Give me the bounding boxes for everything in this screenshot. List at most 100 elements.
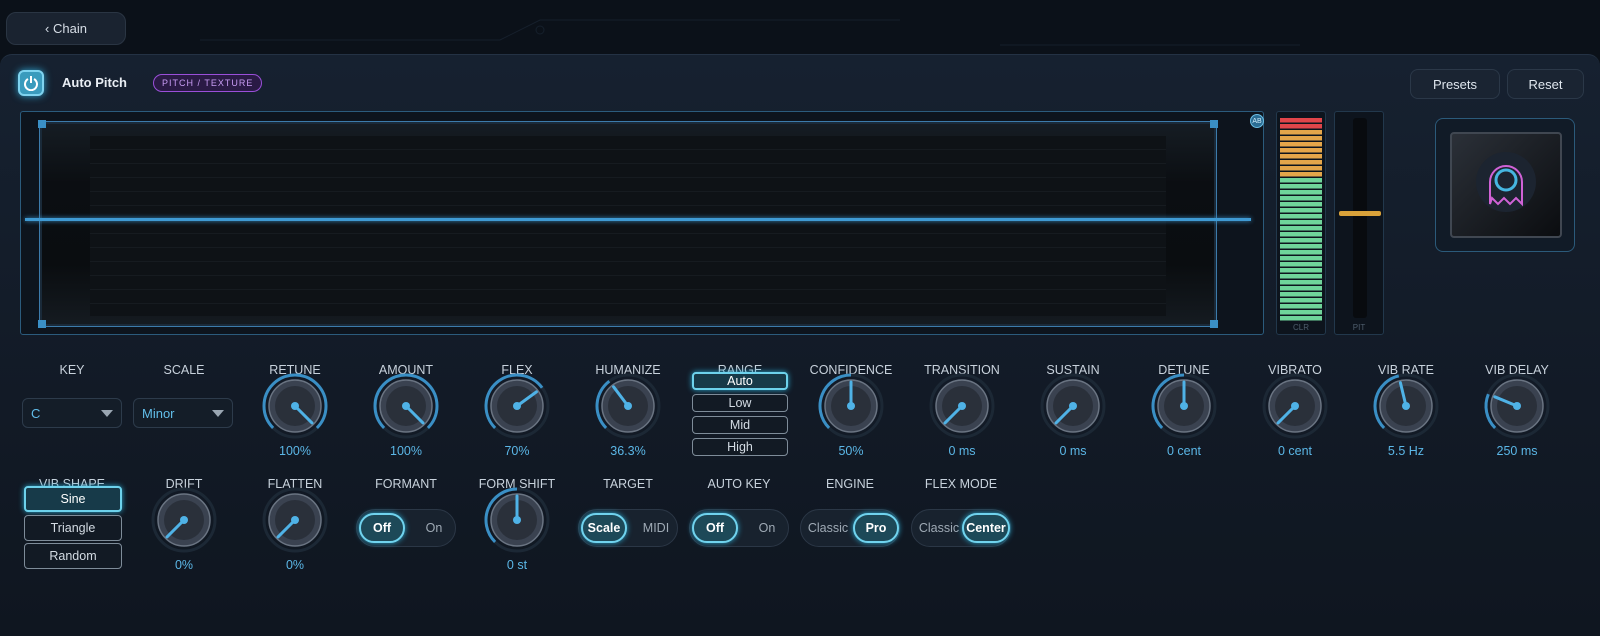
retune-knob[interactable] — [261, 372, 329, 440]
auto-key-option-on[interactable]: On — [744, 513, 790, 543]
level-meter-segment — [1280, 220, 1322, 225]
flex-knob[interactable] — [483, 372, 551, 440]
level-meter-segment — [1280, 238, 1322, 243]
level-meter-segment — [1280, 286, 1322, 291]
level-meter-bars — [1280, 118, 1322, 321]
target-label: TARGET — [603, 477, 653, 491]
engine-option-pro[interactable]: Pro — [853, 513, 899, 543]
humanize-value: 36.3% — [610, 444, 646, 458]
level-meter-segment — [1280, 142, 1322, 147]
chevron-down-icon — [101, 410, 113, 417]
vib-delay-value: 250 ms — [1496, 444, 1538, 458]
level-meter-segment — [1280, 214, 1322, 219]
vib-shape-option-sine[interactable]: Sine — [24, 486, 122, 512]
flex-mode-option-center[interactable]: Center — [962, 513, 1010, 543]
level-meter-segment — [1280, 262, 1322, 267]
plugin-panel: Auto Pitch PITCH / TEXTURE Presets Reset… — [0, 54, 1600, 636]
amount-knob[interactable] — [372, 372, 440, 440]
scale-dropdown[interactable]: Minor — [133, 398, 233, 428]
level-meter-segment — [1280, 226, 1322, 231]
level-meter-segment — [1280, 118, 1322, 123]
engine-toggle[interactable]: Classic Pro — [800, 509, 900, 547]
level-meter-segment — [1280, 148, 1322, 153]
level-meter-segment — [1280, 196, 1322, 201]
level-meter-segment — [1280, 202, 1322, 207]
auto-key-option-off[interactable]: Off — [692, 513, 738, 543]
range-option-auto[interactable]: Auto — [692, 372, 788, 390]
character-artwork — [1435, 118, 1575, 252]
ghost-icon — [1476, 152, 1536, 212]
scale-value: Minor — [142, 405, 175, 421]
transition-knob[interactable] — [928, 372, 996, 440]
formant-option-off[interactable]: Off — [359, 513, 405, 543]
key-value: C — [31, 405, 41, 421]
vibrato-value: 0 cent — [1277, 444, 1313, 458]
level-meter: CLR — [1276, 111, 1326, 335]
engine-label: ENGINE — [826, 477, 874, 491]
formant-label: FORMANT — [375, 477, 437, 491]
level-meter-segment — [1280, 136, 1322, 141]
vibrato-knob[interactable] — [1261, 372, 1329, 440]
form-shift-value: 0 st — [506, 558, 528, 572]
vib-shape-option-triangle[interactable]: Triangle — [24, 515, 122, 541]
level-meter-segment — [1280, 178, 1322, 183]
target-option-midi[interactable]: MIDI — [633, 513, 679, 543]
level-meter-segment — [1280, 250, 1322, 255]
retune-value: 100% — [279, 444, 311, 458]
drift-knob[interactable] — [150, 486, 218, 554]
confidence-knob[interactable] — [817, 372, 885, 440]
detune-knob[interactable] — [1150, 372, 1218, 440]
auto-key-label: AUTO KEY — [707, 477, 771, 491]
level-meter-segment — [1280, 256, 1322, 261]
formant-toggle[interactable]: Off On — [356, 509, 456, 547]
pitch-curve-line — [25, 218, 1251, 221]
level-meter-segment — [1280, 244, 1322, 249]
form-shift-knob[interactable] — [483, 486, 551, 554]
range-option-low[interactable]: Low — [692, 394, 788, 412]
formant-option-on[interactable]: On — [411, 513, 457, 543]
level-meter-segment — [1280, 130, 1322, 135]
back-to-chain-button[interactable]: ‹ Chain — [6, 12, 126, 45]
key-dropdown[interactable]: C — [22, 398, 122, 428]
range-option-high[interactable]: High — [692, 438, 788, 456]
humanize-knob[interactable] — [594, 372, 662, 440]
level-meter-segment — [1280, 268, 1322, 273]
level-meter-segment — [1280, 232, 1322, 237]
level-meter-segment — [1280, 208, 1322, 213]
detune-value: 0 cent — [1166, 444, 1202, 458]
range-option-mid[interactable]: Mid — [692, 416, 788, 434]
sustain-knob[interactable] — [1039, 372, 1107, 440]
vib-rate-knob[interactable] — [1372, 372, 1440, 440]
key-label: KEY — [59, 363, 85, 377]
chevron-down-icon — [212, 410, 224, 417]
category-badge: PITCH / TEXTURE — [153, 74, 263, 92]
presets-button[interactable]: Presets — [1410, 69, 1500, 99]
amount-value: 100% — [390, 444, 422, 458]
pitch-meter-indicator — [1339, 211, 1381, 216]
level-meter-segment — [1280, 166, 1322, 171]
vib-delay-knob[interactable] — [1483, 372, 1551, 440]
pitch-display: AB — [20, 111, 1264, 335]
level-meter-segment — [1280, 298, 1322, 303]
target-toggle[interactable]: Scale MIDI — [578, 509, 678, 547]
scale-label: SCALE — [163, 363, 205, 377]
target-option-scale[interactable]: Scale — [581, 513, 627, 543]
reset-button[interactable]: Reset — [1507, 69, 1584, 99]
flatten-knob[interactable] — [261, 486, 329, 554]
engine-option-classic[interactable]: Classic — [803, 513, 853, 543]
level-meter-segment — [1280, 304, 1322, 309]
flex-mode-toggle[interactable]: Classic Center — [911, 509, 1011, 547]
auto-key-toggle[interactable]: Off On — [689, 509, 789, 547]
level-meter-segment — [1280, 310, 1322, 315]
level-meter-segment — [1280, 160, 1322, 165]
vib-rate-value: 5.5 Hz — [1387, 444, 1425, 458]
level-meter-segment — [1280, 124, 1322, 129]
level-meter-segment — [1280, 292, 1322, 297]
flex-mode-option-classic[interactable]: Classic — [914, 513, 964, 543]
level-meter-segment — [1280, 184, 1322, 189]
ab-compare-icon[interactable]: AB — [1250, 114, 1264, 128]
vib-shape-option-random[interactable]: Random — [24, 543, 122, 569]
pitch-meter-label: PIT — [1352, 323, 1366, 332]
transition-value: 0 ms — [948, 444, 976, 458]
power-button[interactable] — [18, 70, 44, 96]
